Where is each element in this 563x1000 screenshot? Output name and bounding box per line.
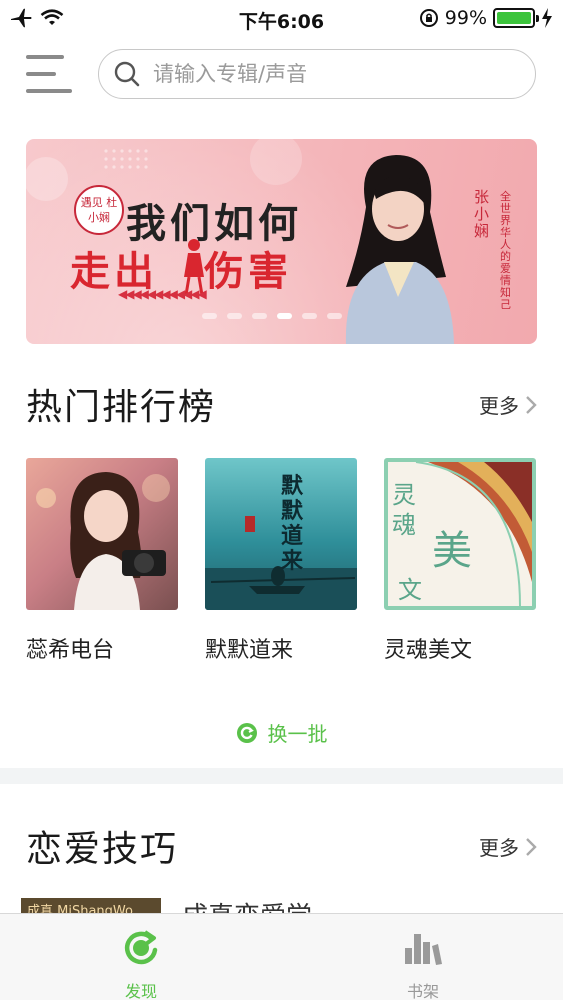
carousel-dot — [202, 313, 217, 319]
carousel-dot — [302, 313, 317, 319]
search-input[interactable] — [153, 62, 513, 86]
album-cover-text: 默默道来 — [281, 474, 304, 574]
banner-arrows: ◀◀◀◀◀◀◀◀◀◀◀◀ — [118, 287, 207, 301]
header — [0, 44, 563, 106]
chevron-right-icon — [526, 837, 537, 856]
refresh-batch-button[interactable]: 换一批 — [0, 718, 563, 747]
album-cover — [26, 458, 178, 610]
carousel-dot-active — [277, 313, 292, 319]
tab-label: 书架 — [406, 982, 439, 1000]
album-cover: 默默道来 — [205, 458, 357, 610]
album-cover-text: 美 — [432, 528, 472, 574]
tab-discover[interactable]: 发现 — [81, 914, 201, 1000]
carousel-dot — [327, 313, 342, 319]
album-title: 蕊希电台 — [26, 638, 115, 663]
discover-icon — [124, 930, 158, 965]
menu-button[interactable] — [26, 53, 72, 95]
battery-percent: 99% — [444, 7, 487, 29]
tab-bookshelf[interactable]: 书架 — [363, 914, 483, 1000]
bookshelf-icon — [405, 934, 442, 965]
carousel-dot — [227, 313, 242, 319]
album-title: 默默道来 — [205, 638, 294, 663]
banner-slogan: 全世界华人的爱情知己 — [500, 190, 511, 311]
album-cover-text: 文 — [398, 576, 422, 604]
love-more-link[interactable]: 更多 — [479, 832, 537, 861]
carousel-dot — [252, 313, 267, 319]
battery-fill — [497, 12, 531, 24]
status-bar: 下午6:06 99% — [0, 0, 563, 36]
search-icon — [114, 61, 140, 87]
chevron-right-icon — [526, 395, 537, 414]
section-divider — [0, 768, 563, 784]
search-box[interactable] — [98, 49, 536, 99]
album-cover-text: 灵魂 — [392, 481, 416, 539]
love-tips-title: 恋爱技巧 — [26, 829, 179, 870]
hot-more-link[interactable]: 更多 — [479, 390, 537, 419]
album-title: 灵魂美文 — [384, 638, 473, 663]
album-cover: 灵魂 美 文 — [384, 458, 536, 610]
album-card[interactable]: 蕊希电台 — [26, 458, 178, 664]
banner-carousel[interactable]: 遇见 杜小娴 我们如何 走出 伤害 ◀◀◀◀◀◀◀◀◀◀◀◀ 张小娴 全世界华人的… — [26, 139, 537, 344]
rotation-lock-icon — [419, 9, 438, 27]
hot-ranking-title: 热门排行榜 — [26, 387, 217, 428]
album-card[interactable]: 默默道来 默默道来 — [205, 458, 357, 664]
carousel-indicator — [202, 313, 342, 319]
refresh-icon — [236, 722, 257, 743]
battery-icon — [493, 8, 539, 28]
tab-label: 发现 — [124, 982, 157, 1000]
tab-bar: 发现 书架 — [0, 913, 563, 1000]
album-card[interactable]: 灵魂 美 文 灵魂美文 — [384, 458, 536, 664]
charging-icon — [542, 8, 552, 28]
banner-host-name: 张小娴 — [474, 188, 490, 240]
banner-person-photo — [345, 155, 454, 344]
banner-badge: 遇见 杜小娴 — [74, 185, 124, 235]
